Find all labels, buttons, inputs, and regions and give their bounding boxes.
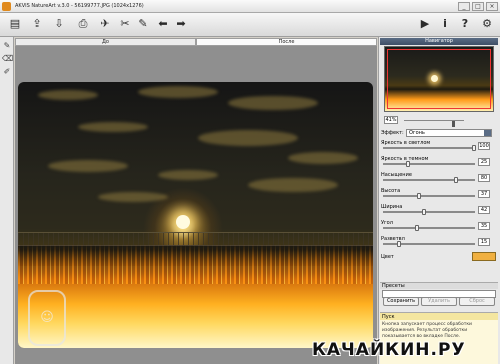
delete-preset-button[interactable]: Удалить [421,297,457,306]
param-value[interactable]: 42 [478,206,490,214]
param-value[interactable]: 80 [478,174,490,182]
title-bar: AKVIS NatureArt v.3.0 - 56199777.JPG (10… [0,0,500,13]
param-value[interactable]: 37 [478,190,490,198]
sun [176,215,190,229]
slider-knob[interactable] [397,241,401,247]
zoom-slider-knob[interactable] [452,121,455,127]
undo-icon[interactable]: ⬅ [156,17,170,31]
color-row: Цвет [380,252,498,262]
param-value[interactable]: 100 [478,142,490,150]
slider-knob[interactable] [415,225,419,231]
brush-tool-icon[interactable]: ✎ [2,41,12,51]
print-icon[interactable]: ⎙ [76,17,90,31]
param-value[interactable]: 15 [478,238,490,246]
param-slider[interactable] [383,241,475,247]
effect-value: Огонь [409,130,425,136]
run-icon[interactable]: ▶ [418,17,432,31]
view-tabs: До После [15,38,377,46]
param-saturation: Насыщение 80 [380,172,498,184]
param-slider[interactable] [383,177,475,183]
maximize-button[interactable]: □ [472,2,484,11]
eraser-tool-icon[interactable]: ⌫ [2,54,13,64]
color-label: Цвет [381,254,394,260]
param-width: Ширина 42 [380,204,498,216]
effect-row: Эффект: Огонь [380,129,498,137]
main-toolbar: ▤ ⇪ ⇩ ⎙ ✈ ✂ ✎ ⬅ ➡ ▶ i ? ⚙ [0,13,500,37]
settings-tool-icon[interactable]: ✂ [118,17,132,31]
window-controls: _ □ × [458,2,498,11]
export-icon[interactable]: ⇩ [52,17,66,31]
zoom-value[interactable]: 41% [384,116,398,124]
param-slider[interactable] [383,225,475,231]
open-file-icon[interactable]: ▤ [8,17,22,31]
pen-tool-icon[interactable]: ✐ [2,67,12,77]
redo-icon[interactable]: ➡ [174,17,188,31]
app-logo [2,1,11,11]
param-slider[interactable] [383,145,476,151]
navigator-preview[interactable] [384,46,494,112]
info-icon[interactable]: i [438,17,452,31]
result-image[interactable] [18,82,373,348]
param-slider[interactable] [383,161,475,167]
effect-select[interactable]: Огонь [406,129,492,137]
share-icon[interactable]: ✈ [98,17,112,31]
effect-label: Эффект: [381,130,404,136]
param-value[interactable]: 35 [478,222,490,230]
left-tool-panel: ✎ ⌫ ✐ [0,37,14,364]
param-height: Высота 37 [380,188,498,200]
help-icon[interactable]: ? [458,17,472,31]
help-title: Пуск [380,312,498,320]
zoom-slider[interactable] [404,120,464,127]
save-file-icon[interactable]: ⇪ [30,17,44,31]
color-swatch[interactable] [472,252,496,261]
presets-title: Пресеты [380,282,498,289]
preferences-icon[interactable]: ⚙ [480,17,494,31]
param-angle: Угол 35 [380,220,498,232]
tab-after[interactable]: После [196,38,377,46]
watermark-seal-icon: ☺ [28,290,66,346]
navigator-title: Навигатор [380,38,498,45]
param-value[interactable]: 25 [478,158,490,166]
param-slider[interactable] [383,193,475,199]
minimize-button[interactable]: _ [458,2,470,11]
window-title: AKVIS NatureArt v.3.0 - 56199777.JPG (10… [15,3,144,9]
reset-preset-button[interactable]: Сброс [459,297,495,306]
param-shadow-brightness: Яркость в темном 25 [380,156,498,168]
slider-knob[interactable] [422,209,426,215]
chevron-down-icon[interactable] [484,130,491,136]
param-highlight-brightness: Яркость в светлом 100 [381,140,490,151]
navigator-viewport-frame[interactable] [387,49,491,109]
param-slider[interactable] [383,209,475,215]
slider-knob[interactable] [417,193,421,199]
zoom-control: 41% [380,116,498,127]
param-branching: Разветвл 15 [380,236,498,248]
slider-knob[interactable] [454,177,458,183]
tab-before[interactable]: До [15,38,196,46]
hand-tool-icon[interactable]: ✎ [136,17,150,31]
slider-knob[interactable] [406,161,410,167]
close-button[interactable]: × [486,2,498,11]
save-preset-button[interactable]: Сохранить [383,297,419,306]
site-watermark: КАЧАЙКИН.РУ [312,340,466,360]
slider-knob[interactable] [472,145,476,151]
